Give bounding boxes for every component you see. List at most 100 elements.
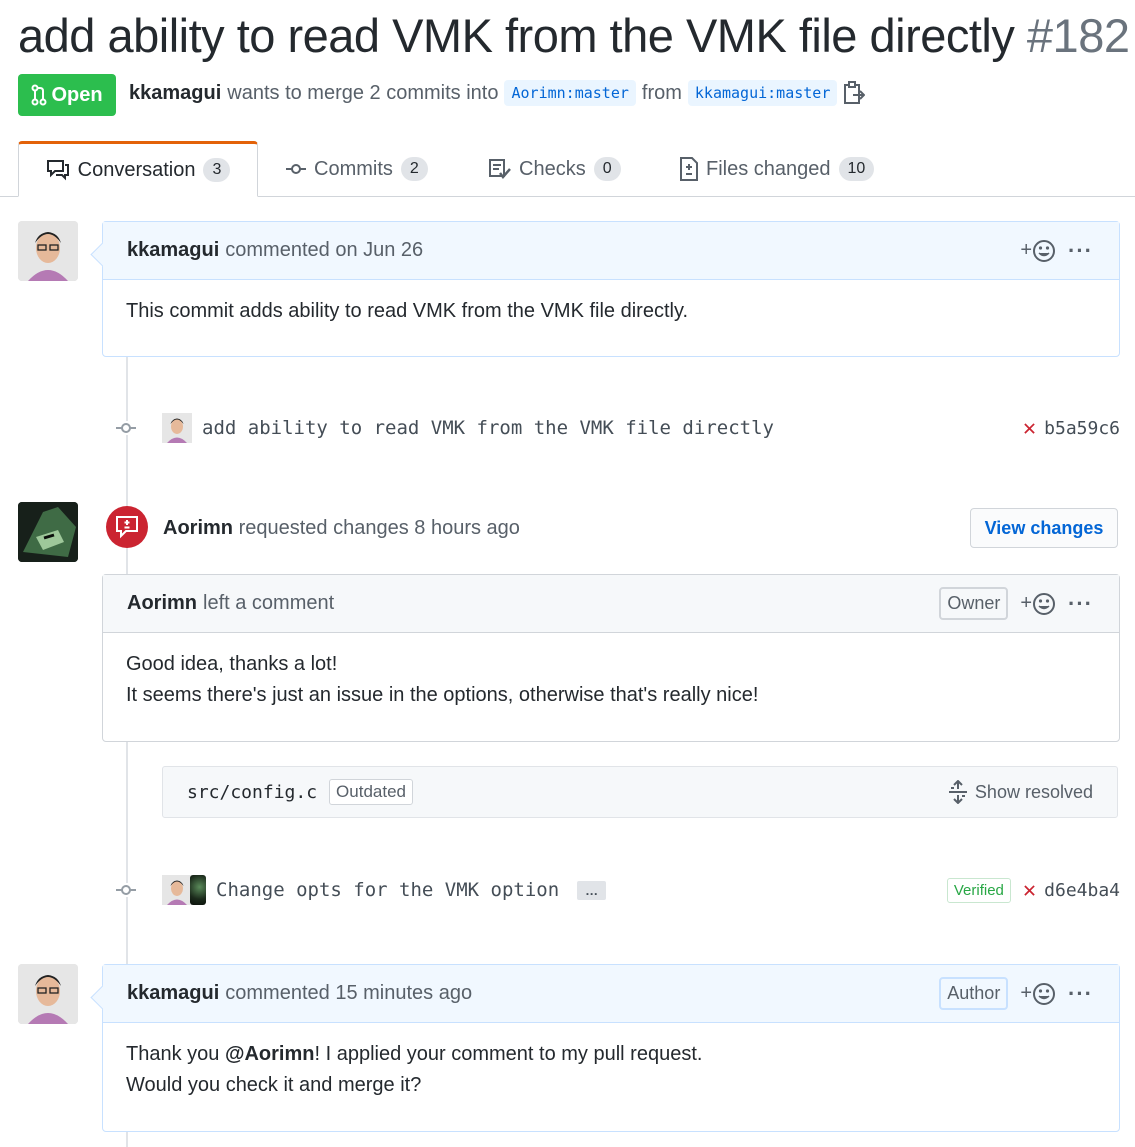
review-summary: Aorimn requested changes 8 hours ago <box>163 517 520 540</box>
author-badge: Author <box>939 977 1009 1010</box>
verified-badge[interactable]: Verified <box>946 877 1011 903</box>
comment-box: kkamagui commented on Jun 26 + ··· This … <box>90 221 1120 357</box>
tab-label: Checks <box>519 157 586 180</box>
tab-counter: 2 <box>400 157 428 181</box>
comment-body: This commit adds ability to read VMK fro… <box>103 280 1119 343</box>
failed-x-icon[interactable]: ✕ <box>1023 416 1036 441</box>
comment-meta[interactable]: commented 15 minutes ago <box>225 982 472 1005</box>
comment-header: kkamagui commented 15 minutes ago Author… <box>103 965 1119 1023</box>
comment-author[interactable]: kkamagui <box>127 982 219 1005</box>
plus-icon: + <box>1020 982 1033 1004</box>
tab-label: Conversation <box>77 158 196 181</box>
coauthor-avatar[interactable] <box>190 875 206 905</box>
commit-status: Verified ✕ d6e4ba4 <box>946 877 1120 903</box>
comment-text-line: It seems there's just an issue in the op… <box>126 684 759 706</box>
avatar[interactable] <box>18 221 78 281</box>
tab-checks[interactable]: Checks 0 <box>489 142 621 196</box>
pr-title-text: add ability to read VMK from the VMK fil… <box>18 9 1015 62</box>
more-options-icon[interactable]: ··· <box>1068 238 1093 264</box>
expand-commit-button[interactable]: … <box>577 880 607 900</box>
smiley-icon <box>1033 239 1056 262</box>
unfold-icon <box>948 780 967 804</box>
file-path[interactable]: src/config.c <box>187 782 317 803</box>
comment-author[interactable]: kkamagui <box>127 239 219 262</box>
user-mention[interactable]: @Aorimn <box>225 1043 315 1065</box>
tab-counter: 0 <box>593 157 621 181</box>
comment-header: kkamagui commented on Jun 26 + ··· <box>103 222 1119 280</box>
outdated-label: Outdated <box>329 779 413 805</box>
person-avatar-icon <box>162 875 192 905</box>
commit-icon <box>286 164 306 174</box>
person-avatar-icon <box>18 221 78 281</box>
comment-header: Aorimn left a comment Owner + ··· <box>103 575 1119 633</box>
commit-node-icon <box>116 883 136 897</box>
pr-title: add ability to read VMK from the VMK fil… <box>18 8 1130 63</box>
smiley-icon <box>1033 982 1056 1005</box>
comment-text-line: Good idea, thanks a lot! <box>126 653 338 675</box>
show-resolved-button[interactable]: Show resolved <box>947 780 1093 804</box>
person-avatar-icon <box>18 964 78 1024</box>
tab-commits[interactable]: Commits 2 <box>286 142 428 196</box>
state-badge: Open <box>18 74 116 116</box>
clipboard-icon[interactable] <box>843 81 866 105</box>
pr-author[interactable]: kkamagui <box>129 82 221 105</box>
failed-x-icon[interactable]: ✕ <box>1023 878 1036 903</box>
comment-icon <box>46 160 69 181</box>
commit-message[interactable]: add ability to read VMK from the VMK fil… <box>202 417 774 439</box>
pull-request-icon <box>31 84 47 106</box>
commit-sha[interactable]: b5a59c6 <box>1044 418 1120 439</box>
comment-text: This commit adds ability to read VMK fro… <box>126 300 689 322</box>
tab-label: Commits <box>314 157 393 180</box>
plus-icon: + <box>1020 592 1033 614</box>
commit-row: Change opts for the VMK option … Verifie… <box>116 872 1120 908</box>
comment-body: Good idea, thanks a lot! It seems there'… <box>103 633 1119 727</box>
avatar[interactable] <box>18 502 78 562</box>
commit-sha[interactable]: d6e4ba4 <box>1044 880 1120 901</box>
request-changes-icon <box>106 506 148 548</box>
avatar[interactable] <box>18 964 78 1024</box>
head-ref[interactable]: kkamagui:master <box>687 80 838 106</box>
pr-meta: kkamagui wants to merge 2 commits into A… <box>129 80 866 106</box>
base-ref[interactable]: Aorimn:master <box>504 80 636 106</box>
add-reaction-button[interactable]: + <box>1020 592 1056 616</box>
commit-status: ✕ b5a59c6 <box>1023 416 1120 441</box>
review-thread-header: src/config.c Outdated Show resolved <box>162 766 1118 818</box>
commit-avatar[interactable] <box>162 413 192 443</box>
merge-text: wants to merge 2 commits into <box>227 81 499 104</box>
review-author[interactable]: Aorimn <box>163 517 233 539</box>
file-diff-icon <box>680 157 698 181</box>
comment-meta: left a comment <box>203 592 335 614</box>
comment-text: ! I applied your comment to my pull requ… <box>314 1043 703 1065</box>
add-reaction-button[interactable]: + <box>1020 982 1056 1006</box>
plus-icon: + <box>1020 239 1033 261</box>
pr-tabs: Conversation 3 Commits 2 Checks 0 Files … <box>0 141 1135 197</box>
more-options-icon[interactable]: ··· <box>1068 981 1093 1007</box>
tab-counter: 3 <box>203 158 231 182</box>
anime-avatar-icon <box>18 502 78 562</box>
comment-text-line: Would you check it and merge it? <box>126 1074 422 1096</box>
from-text: from <box>641 81 682 104</box>
tab-conversation[interactable]: Conversation 3 <box>18 141 258 197</box>
show-resolved-label: Show resolved <box>974 781 1093 802</box>
smiley-icon <box>1033 592 1056 615</box>
comment-box: Aorimn left a comment Owner + ··· Good i… <box>102 574 1120 742</box>
view-changes-button[interactable]: View changes <box>970 508 1118 548</box>
comment-meta[interactable]: commented on Jun 26 <box>225 239 423 262</box>
tab-counter: 10 <box>838 157 875 181</box>
pr-number: #182 <box>1026 9 1130 62</box>
tab-label: Files changed <box>706 157 831 180</box>
more-options-icon[interactable]: ··· <box>1068 591 1093 617</box>
comment-box: kkamagui commented 15 minutes ago Author… <box>90 964 1120 1132</box>
commit-row: add ability to read VMK from the VMK fil… <box>116 410 1120 446</box>
comment-text-line: Thank you @Aorimn! I applied your commen… <box>126 1039 1096 1070</box>
commit-message[interactable]: Change opts for the VMK option <box>216 879 559 901</box>
comment-author[interactable]: Aorimn <box>127 592 197 615</box>
person-avatar-icon <box>162 413 192 443</box>
tab-files-changed[interactable]: Files changed 10 <box>680 142 875 196</box>
comment-text: Thank you <box>126 1043 225 1065</box>
add-reaction-button[interactable]: + <box>1020 239 1056 263</box>
commit-avatar[interactable] <box>162 875 192 905</box>
state-label: Open <box>51 83 103 106</box>
checklist-icon <box>489 159 511 179</box>
review-time[interactable]: 8 hours ago <box>414 517 520 539</box>
